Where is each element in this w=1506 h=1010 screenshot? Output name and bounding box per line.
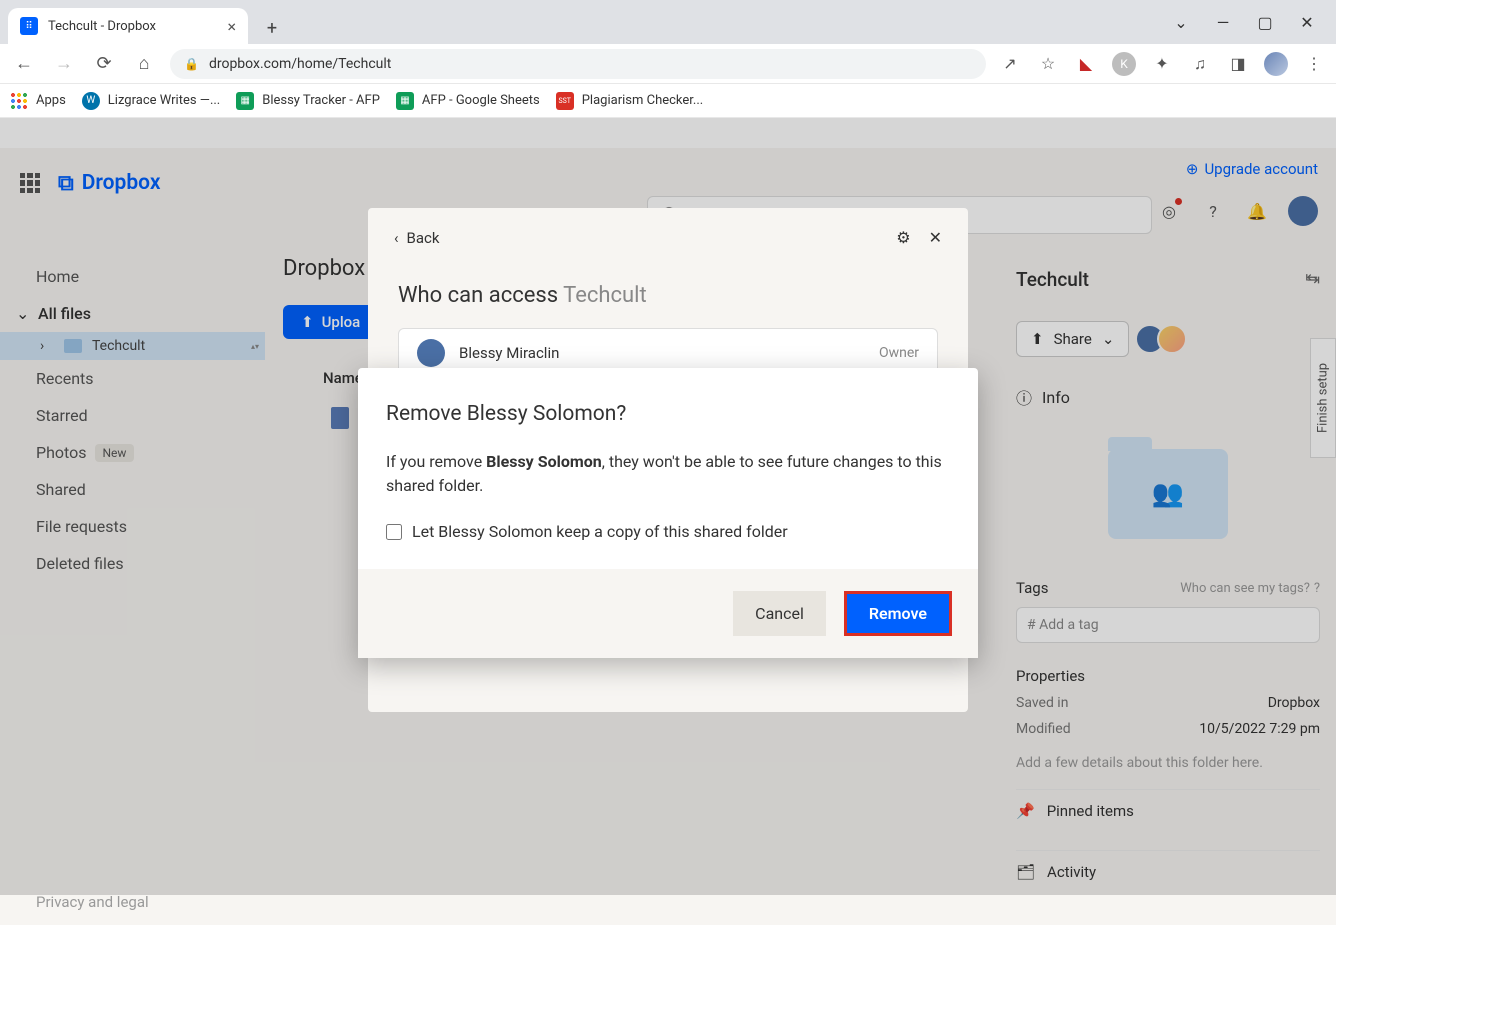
confirm-text: If you remove Blessy Solomon, they won't… xyxy=(386,450,950,498)
bookmarks-bar: Apps W Lizgrace Writes —... ▦ Blessy Tra… xyxy=(0,84,1336,118)
maximize-icon[interactable]: ▢ xyxy=(1256,13,1274,31)
blessy-tracker-bookmark[interactable]: ▦ Blessy Tracker - AFP xyxy=(236,92,380,110)
extensions-icon[interactable]: ✦ xyxy=(1150,52,1174,76)
cancel-button[interactable]: Cancel xyxy=(733,591,826,636)
bookmark-label: Lizgrace Writes —... xyxy=(108,93,220,108)
dropbox-favicon-icon: ⠿ xyxy=(20,17,38,35)
media-icon[interactable]: ♫ xyxy=(1188,52,1212,76)
tab-title: Techcult - Dropbox xyxy=(48,19,156,34)
member-role: Owner xyxy=(879,345,919,361)
privacy-link[interactable]: Privacy and legal xyxy=(36,893,149,911)
new-tab-button[interactable]: + xyxy=(256,12,288,44)
close-tab-icon[interactable]: × xyxy=(227,17,236,36)
window-controls: ⌄ — ▢ ✕ xyxy=(1152,0,1336,44)
remove-button-highlight: Remove xyxy=(844,591,952,636)
browser-tab[interactable]: ⠿ Techcult - Dropbox × xyxy=(8,8,248,44)
member-name: Blessy Miraclin xyxy=(459,344,865,362)
tab-strip: ⠿ Techcult - Dropbox × + xyxy=(0,0,1336,44)
forward-icon[interactable]: → xyxy=(50,50,78,78)
bookmark-label: Plagiarism Checker... xyxy=(582,93,703,108)
minimize-icon[interactable]: — xyxy=(1214,13,1232,31)
checkbox-label: Let Blessy Solomon keep a copy of this s… xyxy=(412,522,788,541)
confirm-title: Remove Blessy Solomon? xyxy=(386,402,950,426)
sidepanel-icon[interactable]: ◨ xyxy=(1226,52,1250,76)
address-bar: ← → ⟳ ⌂ 🔒 dropbox.com/home/Techcult ↗ ☆ … xyxy=(0,44,1336,84)
sheets-icon: ▦ xyxy=(236,92,254,110)
share-modal-title: Who can access Techcult xyxy=(368,267,968,328)
mcafee-icon[interactable]: ◣ xyxy=(1074,52,1098,76)
lizgrace-bookmark[interactable]: W Lizgrace Writes —... xyxy=(82,92,220,110)
gear-icon[interactable]: ⚙ xyxy=(896,228,910,247)
remove-button[interactable]: Remove xyxy=(847,594,949,633)
close-icon[interactable]: ✕ xyxy=(929,228,942,247)
sheets-icon: ▦ xyxy=(396,92,414,110)
reload-icon[interactable]: ⟳ xyxy=(90,50,118,78)
sst-icon: SST xyxy=(556,92,574,110)
chrome-profile-avatar[interactable] xyxy=(1264,52,1288,76)
plagiarism-bookmark[interactable]: SST Plagiarism Checker... xyxy=(556,92,703,110)
bookmark-star-icon[interactable]: ☆ xyxy=(1036,52,1060,76)
chevron-down-icon[interactable]: ⌄ xyxy=(1172,13,1190,31)
apps-bookmark[interactable]: Apps xyxy=(10,92,66,110)
apps-icon xyxy=(10,92,28,110)
home-icon[interactable]: ⌂ xyxy=(130,50,158,78)
bookmark-label: AFP - Google Sheets xyxy=(422,93,540,108)
bookmark-label: Apps xyxy=(36,93,66,108)
avatar xyxy=(417,339,445,367)
back-icon[interactable]: ← xyxy=(10,50,38,78)
share-page-icon[interactable]: ↗ xyxy=(998,52,1022,76)
profile-letter-icon[interactable]: K xyxy=(1112,52,1136,76)
keep-copy-checkbox[interactable]: Let Blessy Solomon keep a copy of this s… xyxy=(386,522,950,541)
close-window-icon[interactable]: ✕ xyxy=(1298,13,1316,31)
back-button[interactable]: ‹ Back xyxy=(394,229,439,247)
checkbox-input[interactable] xyxy=(386,524,402,540)
lock-icon: 🔒 xyxy=(184,57,199,71)
wordpress-icon: W xyxy=(82,92,100,110)
url-input[interactable]: 🔒 dropbox.com/home/Techcult xyxy=(170,49,986,79)
back-label: Back xyxy=(407,229,440,247)
afp-sheets-bookmark[interactable]: ▦ AFP - Google Sheets xyxy=(396,92,540,110)
bookmark-label: Blessy Tracker - AFP xyxy=(262,93,380,108)
url-text: dropbox.com/home/Techcult xyxy=(209,56,391,72)
kebab-menu-icon[interactable]: ⋮ xyxy=(1302,52,1326,76)
confirm-dialog: Remove Blessy Solomon? If you remove Ble… xyxy=(358,368,978,658)
chevron-left-icon: ‹ xyxy=(394,229,399,247)
